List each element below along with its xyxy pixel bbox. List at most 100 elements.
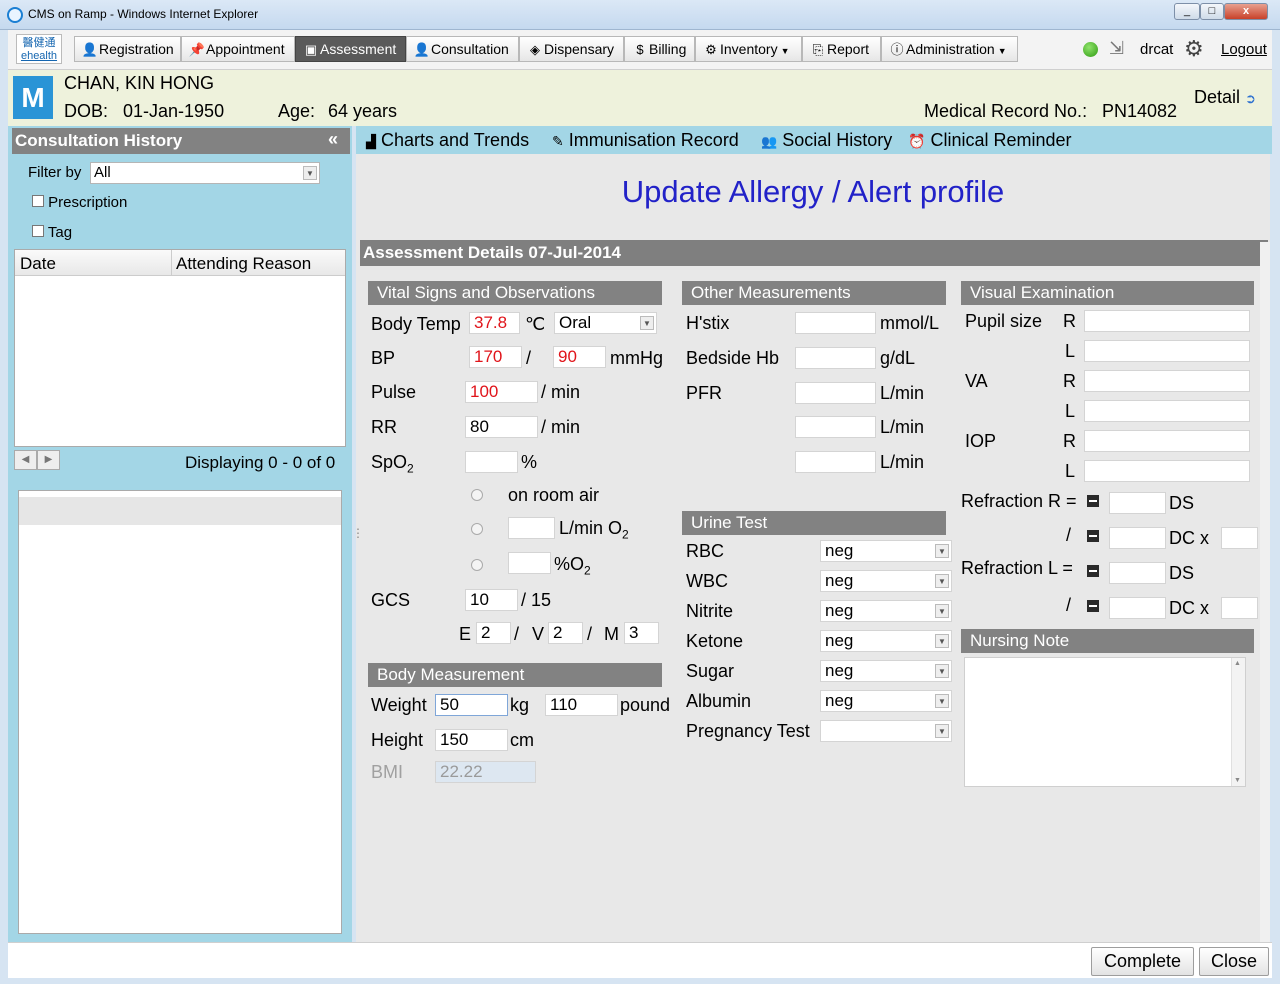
- o2-lmin-radio[interactable]: [471, 523, 483, 535]
- pupil-l-input[interactable]: [1084, 340, 1250, 362]
- gcs-e-input[interactable]: 2: [476, 622, 511, 644]
- spo2-input[interactable]: [465, 451, 518, 473]
- rbc-select[interactable]: neg ▼: [820, 540, 952, 562]
- detail-link[interactable]: Detail ➲: [1194, 87, 1256, 108]
- bedside-hb-input[interactable]: [795, 347, 876, 369]
- minus-sign-icon[interactable]: [1087, 565, 1099, 577]
- bp-systolic-input[interactable]: 170: [469, 346, 522, 368]
- room-air-radio[interactable]: [471, 489, 483, 501]
- iop-r-input[interactable]: [1084, 430, 1250, 452]
- prev-page-button[interactable]: ◀: [14, 450, 37, 470]
- refraction-l-ds-input[interactable]: [1109, 562, 1166, 584]
- gear-icon[interactable]: ⚙: [1184, 36, 1204, 62]
- close-button[interactable]: Close: [1199, 947, 1269, 976]
- tab-clinical-reminder[interactable]: ⏰ Clinical Reminder: [908, 130, 1072, 151]
- pfr-input-2[interactable]: [795, 416, 876, 438]
- nav-report[interactable]: ⎘ Report: [802, 36, 881, 62]
- va-l-label: L: [1065, 401, 1076, 421]
- rr-input[interactable]: 80: [465, 416, 538, 438]
- urine-test-header: Urine Test: [682, 511, 946, 535]
- col-date[interactable]: Date: [20, 254, 56, 274]
- refraction-r-dc-input[interactable]: [1109, 527, 1166, 549]
- o2-pct-radio[interactable]: [471, 559, 483, 571]
- nav-consultation[interactable]: 👤Consultation: [406, 36, 519, 62]
- assessment-details-header: Assessment Details 07-Jul-2014: [360, 240, 1268, 266]
- tab-social-history[interactable]: 👥 Social History: [761, 130, 892, 151]
- nav-registration[interactable]: 👤Registration: [74, 36, 181, 62]
- minimize-button[interactable]: _: [1174, 3, 1200, 20]
- scroll-down-icon[interactable]: ▼: [1234, 777, 1241, 784]
- update-allergy-link[interactable]: Update Allergy / Alert profile: [356, 174, 1270, 210]
- height-label: Height: [371, 730, 424, 750]
- kg-unit: kg: [510, 695, 530, 715]
- nav-dispensary[interactable]: ◈ Dispensary: [519, 36, 624, 62]
- height-input[interactable]: 150: [435, 729, 508, 751]
- va-r-input[interactable]: [1084, 370, 1250, 392]
- logout-link[interactable]: Logout: [1221, 41, 1267, 58]
- gcs-input[interactable]: 10: [465, 589, 518, 611]
- nav-administration[interactable]: ⓘ Administration ▼: [881, 36, 1018, 62]
- o2-lmin-input[interactable]: [508, 517, 555, 539]
- close-window-button[interactable]: x: [1224, 3, 1268, 20]
- refraction-l-dc-input[interactable]: [1109, 597, 1166, 619]
- pulse-input[interactable]: 100: [465, 381, 538, 403]
- content-scrollbar[interactable]: [1260, 242, 1270, 942]
- temp-method-select[interactable]: Oral ▼: [554, 312, 657, 334]
- body-temp-input[interactable]: 37.8: [469, 312, 520, 334]
- gcs-m-input[interactable]: 3: [624, 622, 659, 644]
- pound-unit: pound: [620, 695, 671, 715]
- va-r-label: R: [1063, 371, 1076, 391]
- next-page-button[interactable]: ▶: [37, 450, 60, 470]
- sugar-select[interactable]: neg ▼: [820, 660, 952, 682]
- maximize-button[interactable]: □: [1200, 3, 1224, 20]
- hstix-input[interactable]: [795, 312, 876, 334]
- iop-l-input[interactable]: [1084, 460, 1250, 482]
- refraction-r-axis-input[interactable]: [1221, 527, 1258, 549]
- va-l-input[interactable]: [1084, 400, 1250, 422]
- pfr-input-3[interactable]: [795, 451, 876, 473]
- minus-sign-icon[interactable]: [1087, 600, 1099, 612]
- dob-label: DOB:: [64, 101, 109, 121]
- collapse-icon[interactable]: «: [328, 129, 338, 150]
- nursing-note-scrollbar[interactable]: ▲ ▼: [1231, 658, 1245, 786]
- prescription-checkbox[interactable]: Prescription: [32, 194, 127, 211]
- chevron-down-icon: ▼: [780, 46, 790, 56]
- tag-checkbox[interactable]: Tag: [32, 224, 72, 241]
- wbc-label: WBC: [686, 571, 728, 591]
- complete-button[interactable]: Complete: [1091, 947, 1194, 976]
- nursing-note-textarea[interactable]: ▲ ▼: [964, 657, 1246, 787]
- tab-immunisation-record[interactable]: ✎ Immunisation Record: [552, 130, 739, 151]
- tab-charts-trends[interactable]: ▟ Charts and Trends: [366, 130, 529, 151]
- tabs-bar: ▟ Charts and Trends ✎ Immunisation Recor…: [356, 126, 1272, 154]
- refraction-r-ds-input[interactable]: [1109, 492, 1166, 514]
- logout-door-icon[interactable]: ⇲: [1109, 38, 1124, 59]
- minus-sign-icon[interactable]: [1087, 495, 1099, 507]
- minus-sign-icon[interactable]: [1087, 530, 1099, 542]
- pupil-r-input[interactable]: [1084, 310, 1250, 332]
- splitter-handle[interactable]: ⋮: [352, 526, 364, 540]
- col-attending-reason[interactable]: Attending Reason: [176, 254, 311, 274]
- nav-billing[interactable]: $ Billing: [624, 36, 695, 62]
- person-add-icon: 👤: [81, 42, 99, 57]
- pfr-input-1[interactable]: [795, 382, 876, 404]
- scroll-up-icon[interactable]: ▲: [1234, 660, 1241, 667]
- nav-appointment[interactable]: 📌Appointment: [181, 36, 295, 62]
- refraction-l-axis-input[interactable]: [1221, 597, 1258, 619]
- spo2-label: SpO2: [371, 452, 414, 476]
- pregnancy-test-select[interactable]: ▼: [820, 720, 952, 742]
- gcs-v-input[interactable]: 2: [548, 622, 583, 644]
- weight-input[interactable]: 50: [435, 694, 508, 716]
- bp-diastolic-input[interactable]: 90: [553, 346, 606, 368]
- window-titlebar: CMS on Ramp - Windows Internet Explorer …: [0, 0, 1280, 30]
- pound-input[interactable]: 110: [545, 694, 618, 716]
- main-toolbar: 醫健通 ehealth 👤Registration 📌Appointment ▣…: [8, 30, 1272, 70]
- nav-assessment[interactable]: ▣ Assessment: [295, 36, 406, 62]
- o2-pct-input[interactable]: [508, 552, 551, 574]
- nav-inventory[interactable]: ⚙ Inventory ▼: [695, 36, 802, 62]
- albumin-select[interactable]: neg ▼: [820, 690, 952, 712]
- wbc-select[interactable]: neg ▼: [820, 570, 952, 592]
- nitrite-select[interactable]: neg ▼: [820, 600, 952, 622]
- filter-select[interactable]: All ▼: [90, 162, 320, 184]
- ketone-select[interactable]: neg ▼: [820, 630, 952, 652]
- gcs-sep-1: /: [514, 624, 520, 644]
